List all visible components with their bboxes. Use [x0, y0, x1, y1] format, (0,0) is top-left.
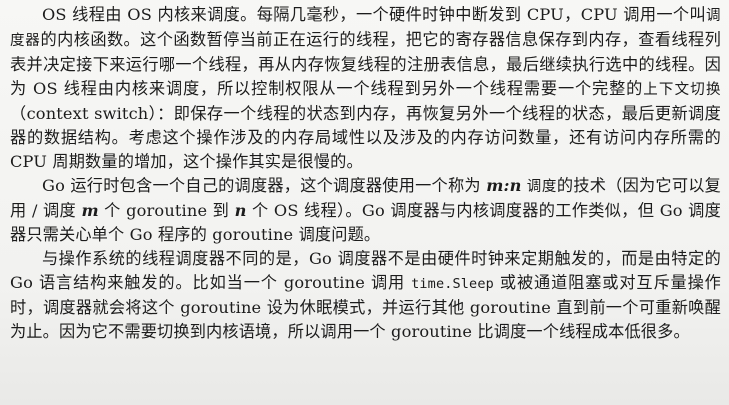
text-run: OS 线程由 OS 内核来调度。每隔几毫秒，一个硬件时钟中断发到 CPU，CPU…: [42, 5, 706, 24]
math-n: n: [234, 201, 247, 220]
text-run: Go 运行时包含一个自己的调度器，这个调度器使用一个称为: [42, 176, 487, 195]
paragraph-os-thread-scheduling: OS 线程由 OS 内核来调度。每隔几毫秒，一个硬件时钟中断发到 CPU，CPU…: [10, 3, 721, 174]
math-m: m: [486, 176, 504, 195]
code-time-sleep: time.Sleep: [411, 276, 494, 292]
text-run: 的内核函数。这个函数暂停当前正在运行的线程，把它的寄存器信息保存到内存，查看线程…: [10, 30, 721, 98]
book-page: OS 线程由 OS 内核来调度。每隔几毫秒，一个硬件时钟中断发到 CPU，CPU…: [0, 0, 729, 405]
paragraph-go-runtime-scheduler: Go 运行时包含一个自己的调度器，这个调度器使用一个称为 m:n 调度的技术（因…: [10, 174, 721, 247]
math-m: m: [81, 201, 99, 220]
term-mn-scheduling: 调度: [521, 179, 557, 195]
paragraph-go-scheduler-triggers: 与操作系统的线程调度器不同的是，Go 调度器不是由硬件时钟来定期触发的，而是由特…: [10, 247, 721, 344]
math-n: n: [509, 176, 522, 195]
text-run: （context switch）：即保存一个线程的状态到内存，再恢复另外一个线程…: [10, 104, 721, 171]
text-run: 个 goroutine 到: [98, 201, 235, 220]
term-context-switch: 上下文切换: [643, 82, 722, 98]
